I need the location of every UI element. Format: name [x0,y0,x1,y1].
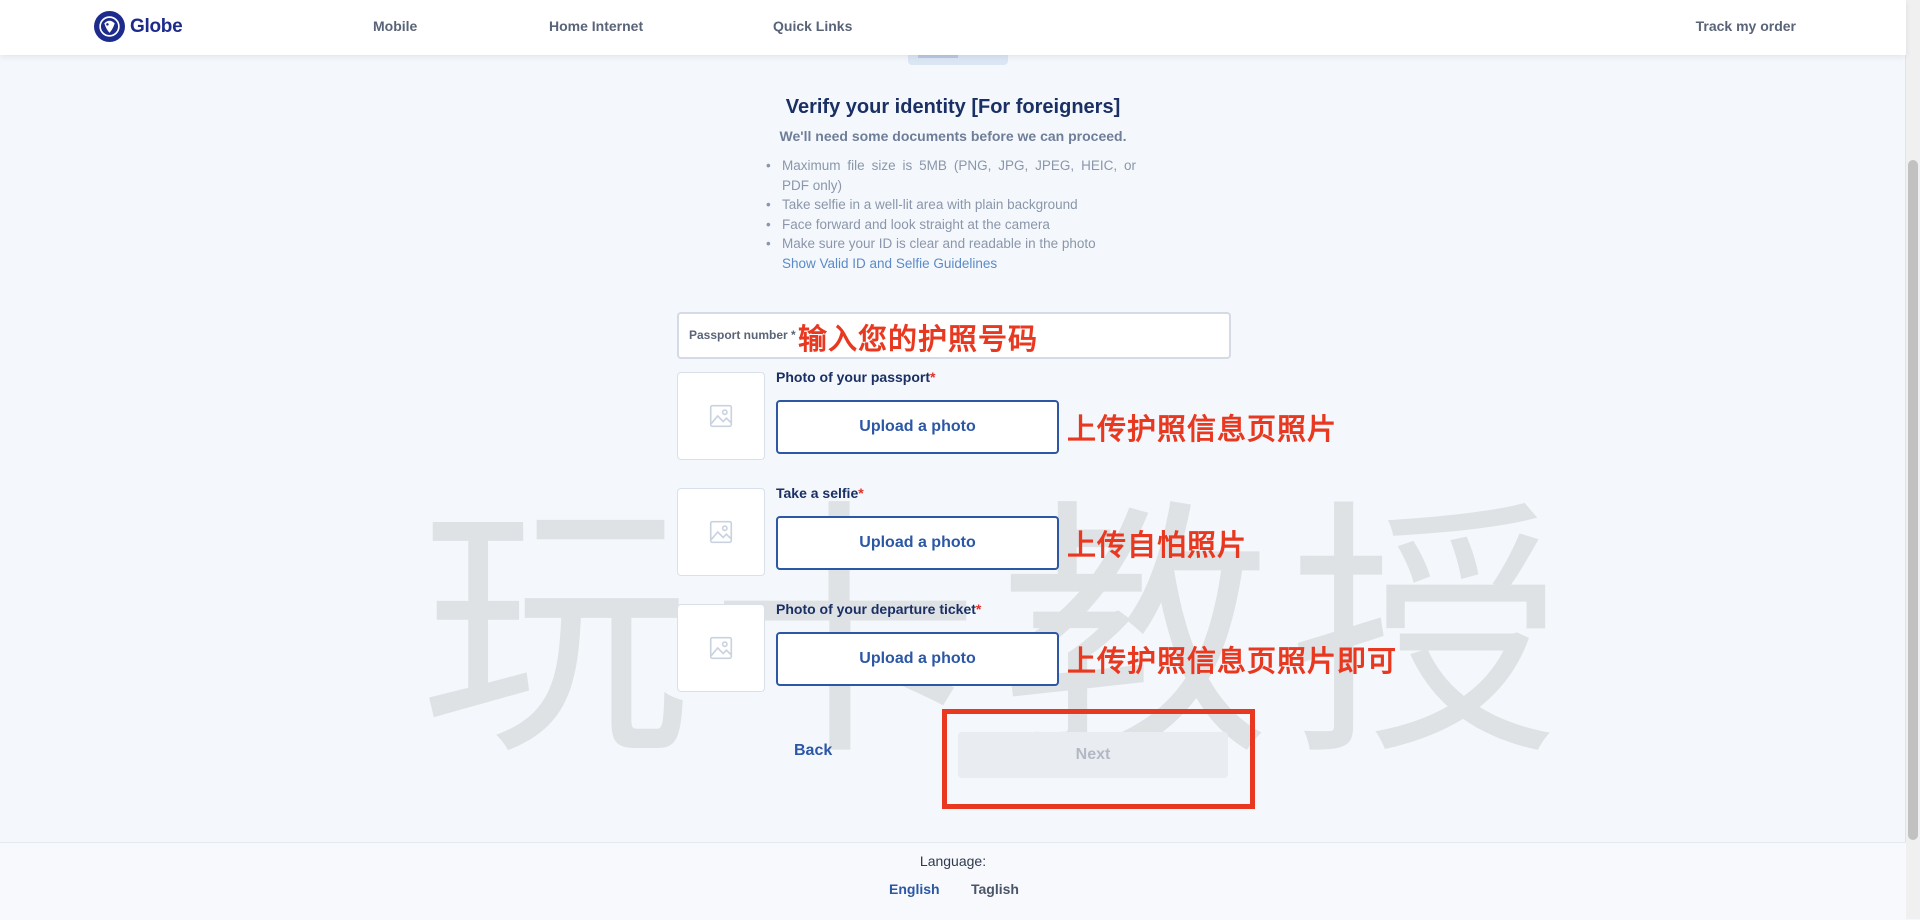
required-asterisk: * [975,601,982,617]
departure-ticket-label: Photo of your departure ticket* [776,601,981,617]
requirements-list: Maximum file size is 5MB (PNG, JPG, JPEG… [766,156,1136,273]
requirement-item: Make sure your ID is clear and readable … [766,234,1136,254]
brand-name: Globe [130,15,183,37]
page-scrollbar[interactable] [1905,0,1920,919]
annotation-passport-number: 输入您的护照号码 [798,322,1039,356]
globe-logo[interactable]: Globe [94,11,183,42]
nav-track-my-order[interactable]: Track my order [1696,18,1796,34]
selfie-label-text: Take a selfie [776,485,859,501]
image-placeholder-icon [709,404,733,428]
image-placeholder-icon [709,520,733,544]
scrollbar-thumb[interactable] [1908,160,1918,840]
nav-mobile[interactable]: Mobile [373,18,417,34]
selfie-label: Take a selfie* [776,485,864,501]
top-navigation-bar: Globe Mobile Home Internet Quick Links T… [0,0,1906,55]
departure-ticket-preview [677,604,765,692]
footer: Language: English Taglish [0,842,1906,920]
language-label: Language: [919,853,987,869]
upload-departure-ticket-button[interactable]: Upload a photo [776,632,1059,686]
requirement-item: Face forward and look straight at the ca… [766,215,1136,235]
nav-quick-links[interactable]: Quick Links [773,18,852,34]
requirement-item: Take selfie in a well-lit area with plai… [766,195,1136,215]
passport-photo-label: Photo of your passport* [776,369,935,385]
required-asterisk: * [930,369,936,385]
upload-passport-button[interactable]: Upload a photo [776,400,1059,454]
upload-selfie-button[interactable]: Upload a photo [776,516,1059,570]
passport-photo-label-text: Photo of your passport [776,369,930,385]
page-title: Verify your identity [For foreigners] [785,96,1121,118]
page-subtitle: We'll need some documents before we can … [779,128,1127,144]
show-guidelines-link[interactable]: Show Valid ID and Selfie Guidelines [766,254,1136,274]
passport-number-label: Passport number * [689,328,796,342]
selfie-photo-preview [677,488,765,576]
back-button[interactable]: Back [794,742,832,760]
nav-home-internet[interactable]: Home Internet [549,18,643,34]
annotation-upload-ticket: 上传护照信息页照片即可 [1067,644,1398,678]
departure-ticket-label-text: Photo of your departure ticket [776,601,976,617]
required-asterisk: * [858,485,864,501]
passport-photo-preview [677,372,765,460]
image-placeholder-icon [709,636,733,660]
requirement-item: Maximum file size is 5MB (PNG, JPG, JPEG… [766,156,1136,195]
language-taglish[interactable]: Taglish [971,881,1019,897]
annotation-upload-selfie: 上传自怕照片 [1067,528,1248,562]
annotation-highlight-box [942,709,1255,809]
globe-logo-icon [94,11,125,42]
language-english[interactable]: English [889,881,940,897]
main-content: Verify your identity [For foreigners] We… [0,0,1906,919]
annotation-upload-passport: 上传护照信息页照片 [1067,412,1338,446]
